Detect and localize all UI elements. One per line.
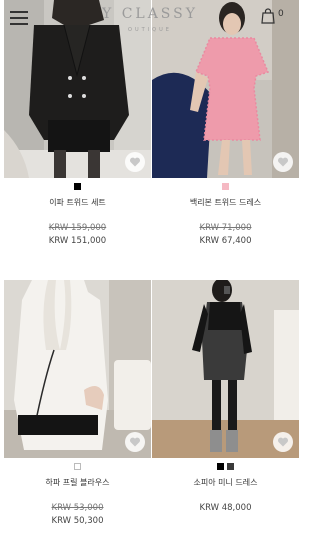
color-swatch-white[interactable] xyxy=(74,463,81,470)
wishlist-button[interactable] xyxy=(125,152,145,172)
color-swatches xyxy=(152,463,299,471)
header: Y CLASSY OUTIQUE 0 xyxy=(0,0,300,40)
wishlist-button[interactable] xyxy=(273,432,293,452)
product-name[interactable]: 하파 프릴 블라우스 xyxy=(4,477,151,488)
color-swatch-black[interactable] xyxy=(217,463,224,470)
original-price: KRW 71,000 xyxy=(199,223,252,233)
heart-icon xyxy=(129,437,141,447)
brand-logo[interactable]: Y CLASSY xyxy=(40,6,260,22)
hamburger-menu-icon[interactable] xyxy=(10,11,28,25)
heart-icon xyxy=(277,157,289,167)
color-swatch-pink[interactable] xyxy=(222,183,229,190)
product-price: KRW 48,000 xyxy=(152,502,299,515)
wishlist-button[interactable] xyxy=(273,152,293,172)
product-photo-mini-dress xyxy=(152,280,299,458)
sale-price: KRW 48,000 xyxy=(199,503,252,513)
color-swatches xyxy=(152,183,299,191)
product-card[interactable]: 소피아 미니 드레스 KRW 48,000 xyxy=(152,280,299,515)
heart-icon xyxy=(277,437,289,447)
product-price: KRW 53,000 KRW 50,300 xyxy=(4,502,151,528)
product-price: KRW 71,000 KRW 67,400 xyxy=(152,222,299,248)
sale-price: KRW 151,000 xyxy=(48,236,107,246)
product-name[interactable]: 소피아 미니 드레스 xyxy=(152,477,299,488)
sale-price: KRW 50,300 xyxy=(51,516,104,526)
color-swatches xyxy=(4,463,151,471)
color-swatch-charcoal[interactable] xyxy=(227,463,234,470)
product-name[interactable]: 백리본 트위드 드레스 xyxy=(152,197,299,208)
heart-icon xyxy=(129,157,141,167)
cart-count: 0 xyxy=(278,9,284,19)
product-card[interactable]: 하파 프릴 블라우스 KRW 53,000 KRW 50,300 xyxy=(4,280,151,528)
product-image[interactable] xyxy=(152,280,299,458)
wishlist-button[interactable] xyxy=(125,432,145,452)
brand-logo-subtitle: OUTIQUE xyxy=(128,27,172,33)
color-swatches xyxy=(4,183,151,191)
product-image[interactable] xyxy=(4,280,151,458)
product-price: KRW 159,000 KRW 151,000 xyxy=(4,222,151,248)
product-photo-frill-blouse xyxy=(4,280,151,458)
sale-price: KRW 67,400 xyxy=(199,236,252,246)
shopping-bag-icon[interactable] xyxy=(261,8,275,24)
original-price: KRW 159,000 xyxy=(48,223,107,233)
original-price: KRW 53,000 xyxy=(51,503,104,513)
product-name[interactable]: 이파 트위드 세트 xyxy=(4,197,151,208)
color-swatch-black[interactable] xyxy=(74,183,81,190)
